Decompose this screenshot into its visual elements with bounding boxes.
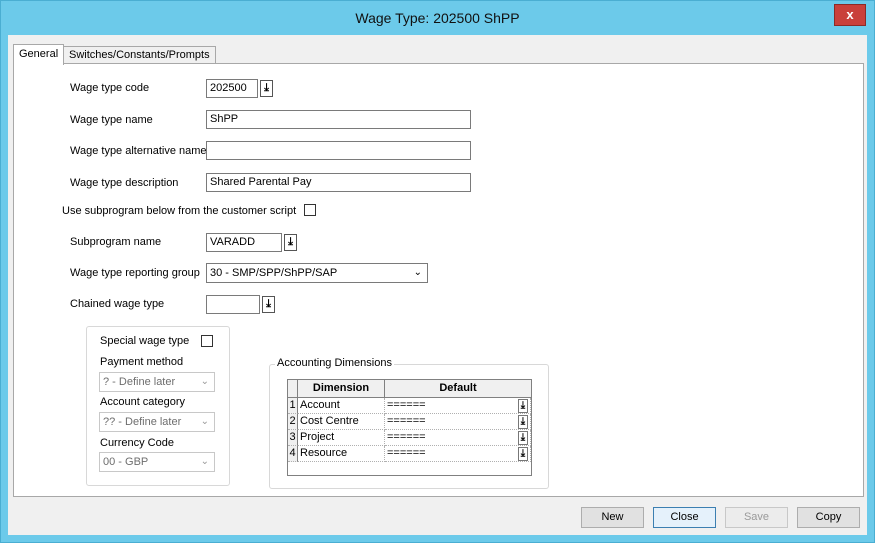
chained-wage-type-label: Chained wage type [70,298,165,310]
row-number: 3 [288,430,298,446]
save-button[interactable]: Save [725,507,788,528]
new-button[interactable]: New [581,507,644,528]
subprogram-lookup-icon[interactable]: ⤓ [284,234,297,251]
close-button[interactable]: Close [653,507,716,528]
reporting-group-label: Wage type reporting group [70,267,200,279]
chevron-down-icon: ⌄ [200,456,209,467]
default-cell[interactable]: ====== [385,446,531,462]
use-subprogram-label: Use subprogram below from the customer s… [62,205,297,217]
dimension-cell[interactable]: Cost Centre [298,414,385,430]
default-cell[interactable]: ====== [385,398,531,414]
default-cell[interactable]: ====== [385,414,531,430]
default-lookup-icon[interactable]: ⤓ [518,399,528,413]
wage-type-alt-name-label: Wage type alternative name [70,145,207,157]
special-wage-type-label: Special wage type [100,335,190,347]
window-title: Wage Type: 202500 ShPP [355,10,520,26]
payment-method-select[interactable]: ? - Define later ⌄ [99,372,215,392]
wage-type-name-input[interactable]: ShPP [206,110,471,129]
wage-type-description-label: Wage type description [70,177,179,189]
tab-general[interactable]: General [13,44,65,65]
row-number: 1 [288,398,298,414]
default-lookup-icon[interactable]: ⤓ [518,415,528,429]
subprogram-name-input[interactable]: VARADD [206,233,282,252]
chevron-down-icon: ⌄ [413,267,422,278]
chained-wage-type-lookup-icon[interactable]: ⤓ [262,296,275,313]
reporting-group-value: 30 - SMP/SPP/ShPP/SAP [210,267,338,279]
chevron-down-icon: ⌄ [200,416,209,427]
wage-type-name-label: Wage type name [70,114,153,126]
wage-type-window: Wage Type: 202500 ShPP x General Switche… [0,0,875,543]
grid-corner [288,380,298,397]
currency-code-select[interactable]: 00 - GBP ⌄ [99,452,215,472]
account-category-value: ?? - Define later [103,416,182,428]
dimension-column-header[interactable]: Dimension [298,380,385,397]
copy-button[interactable]: Copy [797,507,860,528]
row-number: 2 [288,414,298,430]
dimension-cell[interactable]: Resource [298,446,385,462]
wage-type-code-lookup-icon[interactable]: ⤓ [260,80,273,97]
subprogram-name-label: Subprogram name [70,236,162,248]
chained-wage-type-input[interactable] [206,295,260,314]
default-lookup-icon[interactable]: ⤓ [518,431,528,445]
table-row[interactable]: 4 Resource ====== ⤓ [288,446,531,462]
wage-type-code-label: Wage type code [70,82,150,94]
general-tab-panel: Wage type code 202500 ⤓ Wage type name S… [13,63,864,497]
accounting-dimensions-grid: Dimension Default 1 Account ====== ⤓ 2 C… [287,379,532,476]
accounting-dimensions-title: Accounting Dimensions [275,357,394,369]
table-row[interactable]: 2 Cost Centre ====== ⤓ [288,414,531,430]
table-row[interactable]: 1 Account ====== ⤓ [288,398,531,414]
default-cell[interactable]: ====== [385,430,531,446]
close-window-button[interactable]: x [834,4,866,26]
dimension-cell[interactable]: Account [298,398,385,414]
dialog-client: General Switches/Constants/Prompts Wage … [8,35,867,535]
wage-type-alt-name-input[interactable] [206,141,471,160]
special-wage-type-checkbox[interactable] [201,335,213,347]
dimension-cell[interactable]: Project [298,430,385,446]
account-category-label: Account category [100,396,185,408]
title-bar[interactable]: Wage Type: 202500 ShPP x [1,1,874,35]
use-subprogram-checkbox[interactable] [304,204,316,216]
reporting-group-select[interactable]: 30 - SMP/SPP/ShPP/SAP ⌄ [206,263,428,283]
payment-method-value: ? - Define later [103,376,176,388]
wage-type-description-input[interactable]: Shared Parental Pay [206,173,471,192]
default-column-header[interactable]: Default [385,380,531,397]
payment-method-label: Payment method [100,356,184,368]
special-wage-type-group: Special wage type Payment method ? - Def… [86,326,230,486]
grid-header: Dimension Default [288,380,531,398]
currency-code-value: 00 - GBP [103,456,149,468]
default-lookup-icon[interactable]: ⤓ [518,447,528,461]
chevron-down-icon: ⌄ [200,376,209,387]
accounting-dimensions-group: Accounting Dimensions Dimension Default … [269,357,549,489]
account-category-select[interactable]: ?? - Define later ⌄ [99,412,215,432]
tab-switches-constants-prompts[interactable]: Switches/Constants/Prompts [63,46,216,64]
row-number: 4 [288,446,298,462]
currency-code-label: Currency Code [100,437,174,449]
wage-type-code-input[interactable]: 202500 [206,79,258,98]
table-row[interactable]: 3 Project ====== ⤓ [288,430,531,446]
